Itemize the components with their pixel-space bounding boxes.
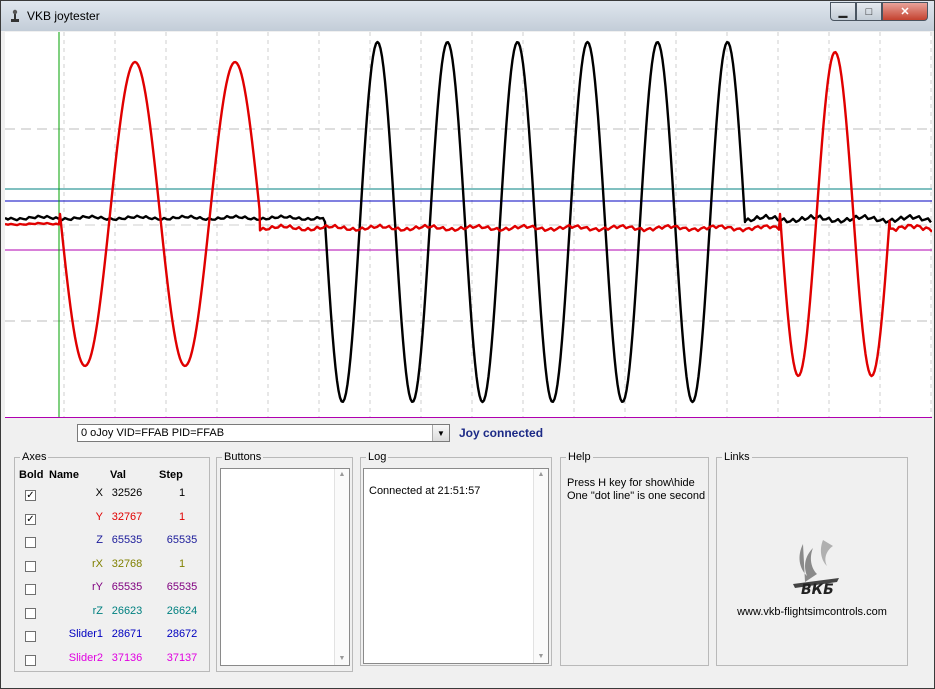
log-group-label: Log [366, 451, 389, 463]
links-group-label: Links [722, 451, 752, 463]
y-axis-trace [5, 50, 932, 378]
bold-checkbox[interactable] [25, 537, 36, 548]
log-scrollbar[interactable]: ▲ ▼ [533, 469, 548, 663]
col-val: Val [110, 469, 126, 481]
log-list[interactable]: Connected at 21:51:57 ▲ ▼ [363, 468, 549, 664]
axis-name: rY [92, 581, 103, 593]
axis-name: Slider2 [68, 651, 103, 664]
axis-step: 65535 [166, 534, 198, 546]
axis-step: 1 [178, 557, 186, 570]
minimize-button[interactable]: ▁ [830, 2, 856, 21]
axis-name: rX [92, 557, 103, 570]
title-bar[interactable]: VKB joytester ▁ □ ✕ [1, 1, 934, 31]
bold-checkbox[interactable] [25, 560, 36, 572]
buttons-scrollbar[interactable]: ▲ ▼ [334, 469, 349, 665]
help-group: Help Press H key for show\hide One "dot … [560, 451, 709, 666]
logo-text: ВКБ [801, 582, 834, 596]
axis-row: ✓ X 32526 1 [15, 487, 207, 507]
axis-row: ✓ Y 32767 1 [15, 511, 207, 531]
maximize-button[interactable]: □ [856, 2, 882, 21]
axis-value: 32768 [111, 557, 143, 570]
buttons-group: Buttons ▲ ▼ [216, 451, 353, 672]
axis-row: rZ 26623 26624 [15, 605, 207, 625]
axis-graph [5, 32, 932, 418]
axis-name: Z [96, 534, 103, 546]
axis-row: Slider2 37136 37137 [15, 652, 207, 672]
col-bold: Bold [19, 469, 44, 481]
axis-value: 65535 [111, 534, 143, 546]
vkb-logo-icon[interactable]: ВКБ [783, 538, 847, 596]
close-button[interactable]: ✕ [882, 2, 928, 21]
bold-checkbox[interactable] [25, 631, 36, 642]
chevron-down-icon[interactable]: ▼ [432, 425, 449, 441]
axis-step: 1 [178, 487, 186, 499]
help-text: Press H key for show\hide One "dot line"… [567, 477, 705, 503]
bold-checkbox[interactable]: ✓ [25, 513, 36, 525]
help-line-1: Press H key for show\hide [567, 477, 695, 489]
axis-step: 65535 [166, 581, 198, 593]
axis-row: rX 32768 1 [15, 558, 207, 578]
col-name: Name [49, 469, 79, 481]
links-group: Links ВКБ www.vkb-flightsimcontrols.com [716, 451, 908, 666]
bold-checkbox[interactable] [25, 607, 36, 619]
bold-checkbox[interactable]: ✓ [25, 490, 36, 501]
axis-name: rZ [92, 604, 103, 617]
device-select-value: 0 oJoy VID=FFAB PID=FFAB [81, 427, 225, 439]
axis-step: 37137 [166, 651, 198, 664]
col-step: Step [159, 469, 183, 481]
axis-step: 26624 [166, 604, 198, 617]
help-line-2: One "dot line" is one second [567, 490, 706, 502]
bold-checkbox[interactable] [25, 584, 36, 595]
axis-value: 26623 [111, 604, 143, 617]
joystick-icon [11, 9, 19, 22]
axis-value: 37136 [111, 651, 143, 664]
axes-group-label: Axes [20, 451, 49, 463]
axis-name: Slider1 [68, 628, 103, 640]
axis-value: 32526 [111, 487, 143, 499]
help-group-label: Help [566, 451, 593, 463]
website-link[interactable]: www.vkb-flightsimcontrols.com [717, 606, 907, 618]
axis-value: 32767 [111, 510, 143, 523]
axis-row: rY 65535 65535 [15, 581, 207, 601]
device-select[interactable]: 0 oJoy VID=FFAB PID=FFAB ▼ [77, 424, 450, 442]
connection-status: Joy connected [459, 426, 544, 440]
axis-row: Z 65535 65535 [15, 534, 207, 554]
window-title: VKB joytester [27, 9, 100, 23]
axes-group: Axes Bold Name Val Step ✓ X 32526 1 ✓ Y 32767 1… [14, 451, 210, 672]
bold-checkbox[interactable] [25, 654, 36, 666]
log-entry: Connected at 21:51:57 [369, 485, 481, 497]
buttons-group-label: Buttons [222, 451, 264, 463]
axis-value: 28671 [111, 628, 143, 640]
axis-step: 1 [178, 510, 186, 523]
buttons-list[interactable]: ▲ ▼ [220, 468, 350, 666]
axis-name: Y [95, 510, 103, 523]
axis-name: X [95, 487, 103, 499]
app-window: VKB joytester ▁ □ ✕ 0 oJoy VID=FFAB PID=… [0, 0, 935, 689]
log-group: Log Connected at 21:51:57 ▲ ▼ [360, 451, 552, 666]
axis-value: 65535 [111, 581, 143, 593]
axis-step: 28672 [166, 628, 198, 640]
axis-row: Slider1 28671 28672 [15, 628, 207, 648]
